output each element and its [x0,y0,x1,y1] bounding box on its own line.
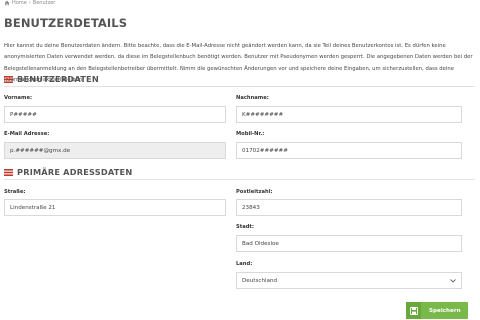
plz-input[interactable]: 23843 [236,199,462,216]
breadcrumb-separator: › [28,0,31,6]
vorname-input[interactable]: P##### [4,106,226,123]
mobil-label: Mobil-Nr.: [236,131,265,137]
land-label: Land: [236,261,253,267]
save-icon-box [406,302,421,319]
section-divider [4,86,475,87]
save-button[interactable]: Speichern [406,302,468,319]
section-header-address: Primäre Adressdaten [4,167,132,177]
stadt-input[interactable]: Bad Oldesloe [236,235,462,252]
chevron-down-icon [450,278,456,283]
strasse-label: Straße: [4,189,26,195]
section-header-user: Benutzerdaten [4,74,99,84]
flag-icon [4,75,13,83]
section-title-address: Primäre Adressdaten [17,167,133,177]
breadcrumb-current: Benutzer [32,0,56,6]
breadcrumb: Home › Benutzer [4,0,55,6]
land-select-value: Deutschland [242,277,278,284]
stadt-label: Stadt: [236,224,254,230]
section-title-user: Benutzerdaten [17,74,99,84]
nachname-input[interactable]: K######## [236,106,462,123]
email-field: p.######@gmx.de [4,142,226,159]
home-icon[interactable] [4,0,10,6]
nachname-label: Nachname: [236,95,269,101]
land-select[interactable]: Deutschland [236,272,462,289]
strasse-input[interactable]: Lindenstraße 21 [4,199,226,216]
vorname-label: Vorname: [4,95,33,101]
save-icon [409,306,418,315]
plz-label: Postleitzahl: [236,189,273,195]
save-button-label: Speichern [429,307,461,314]
page-title: Benutzerdetails [4,16,128,30]
mobil-input[interactable]: 01702###### [236,142,462,159]
flag-icon [4,168,13,176]
breadcrumb-home-link[interactable]: Home [12,0,27,6]
email-label: E-Mail Adresse: [4,131,50,137]
section-divider [4,179,475,180]
